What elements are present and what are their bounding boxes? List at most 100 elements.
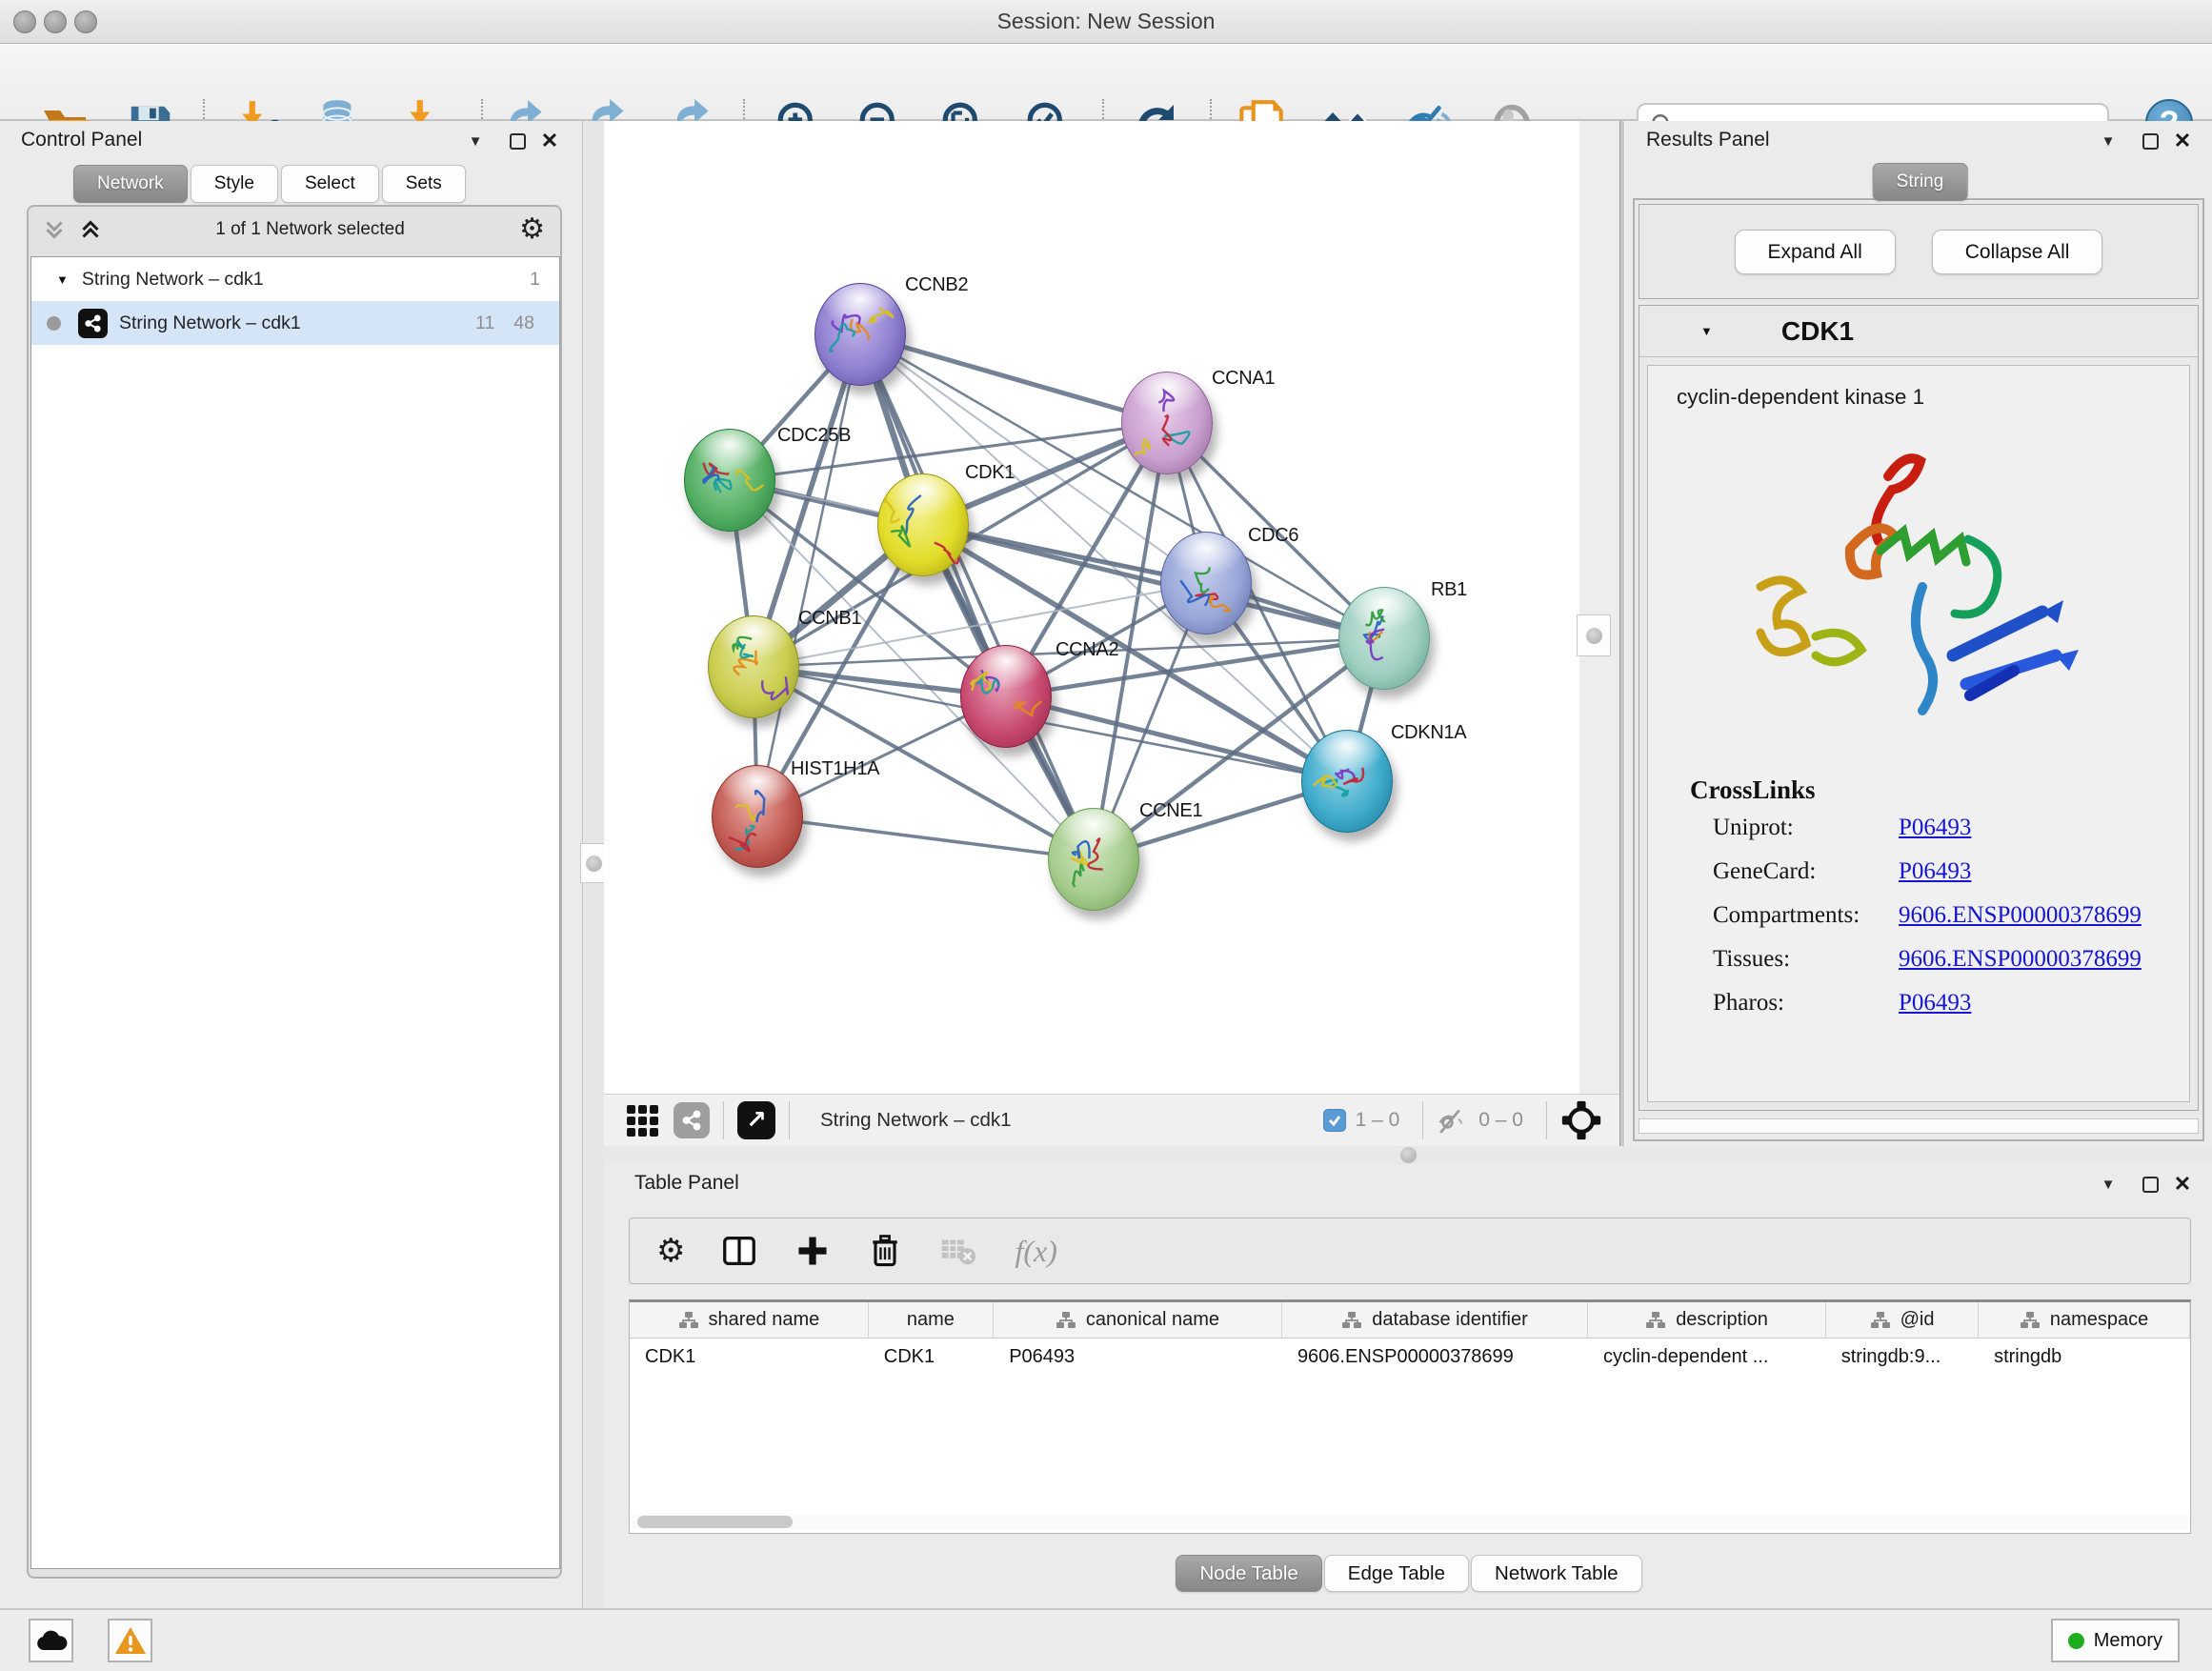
collapse-all-button[interactable]: Collapse All — [1932, 230, 2103, 274]
node-result-header[interactable]: ▼ CDK1 — [1639, 306, 2198, 357]
share-view-icon[interactable] — [674, 1102, 710, 1138]
tab-string[interactable]: String — [1873, 163, 1968, 201]
network-node-CDKN1A[interactable] — [1301, 730, 1393, 833]
results-buttons-row: Expand All Collapse All — [1639, 204, 2199, 299]
network-collection-row[interactable]: ▼ String Network – cdk1 1 — [31, 257, 559, 301]
crosslink-link[interactable]: P06493 — [1899, 858, 1971, 885]
table-panel: Table Panel ▼ ✕ ⚙ f(x) shared namenameca… — [604, 1164, 2212, 1608]
protein-thumbnail-icon — [961, 646, 1053, 749]
column-header--id[interactable]: @id — [1826, 1302, 1979, 1338]
tab-style[interactable]: Style — [191, 165, 278, 203]
network-edge-HIST1H1A-CCNE1[interactable] — [757, 816, 1094, 859]
chevron-down-icon[interactable]: ▼ — [56, 272, 69, 287]
crosslink-link[interactable]: P06493 — [1899, 815, 1971, 841]
gear-icon[interactable]: ⚙ — [519, 215, 545, 244]
selected-checkbox-icon[interactable] — [1323, 1109, 1346, 1132]
column-header-database-identifier[interactable]: database identifier — [1282, 1302, 1588, 1338]
network-node-CCNB2[interactable] — [814, 283, 906, 386]
table-cell[interactable]: cyclin-dependent ... — [1588, 1339, 1826, 1375]
network-canvas[interactable]: CCNB2CCNA1CDC25BCDK1CDC6RB1CCNB1CCNA2CDK… — [604, 121, 1579, 1094]
column-mapping-icon — [1870, 1311, 1891, 1330]
tab-network-table[interactable]: Network Table — [1471, 1555, 1642, 1592]
node-label-CCNB1: CCNB1 — [798, 608, 861, 630]
network-row[interactable]: String Network – cdk1 11 48 — [31, 301, 559, 345]
column-header-name[interactable]: name — [869, 1302, 994, 1338]
network-edge-CCNB2-HIST1H1A[interactable] — [757, 334, 860, 816]
crosslink-label: Pharos: — [1713, 990, 1899, 1017]
network-tree: ▼ String Network – cdk1 1 String Network… — [30, 256, 560, 1569]
tab-network[interactable]: Network — [73, 165, 188, 203]
status-bar: Memory — [0, 1608, 2212, 1671]
tab-sets[interactable]: Sets — [382, 165, 466, 203]
network-edge-CDK1-RB1[interactable] — [923, 525, 1384, 638]
crosslink-label: GeneCard: — [1713, 858, 1899, 885]
network-node-CCNA2[interactable] — [960, 645, 1052, 748]
panel-menu-button[interactable]: ▼ — [2094, 1170, 2122, 1198]
detach-view-icon[interactable]: ↗ — [737, 1101, 775, 1139]
network-node-CDC25B[interactable] — [684, 429, 775, 532]
panel-float-button[interactable] — [2136, 127, 2164, 155]
panel-float-button[interactable] — [503, 127, 532, 155]
function-builder-icon: f(x) — [1015, 1234, 1056, 1269]
tab-edge-table[interactable]: Edge Table — [1324, 1555, 1469, 1592]
left-splitter[interactable] — [584, 121, 604, 1608]
control-panel: Control Panel ▼ ✕ Network Style Select S… — [0, 121, 583, 1608]
crosslink-link[interactable]: 9606.ENSP00000378699 — [1899, 946, 2142, 973]
table-cell[interactable]: P06493 — [994, 1339, 1282, 1375]
column-header-description[interactable]: description — [1588, 1302, 1826, 1338]
panel-menu-button[interactable]: ▼ — [461, 127, 490, 155]
crosslink-link[interactable]: 9606.ENSP00000378699 — [1899, 902, 2142, 929]
memory-button[interactable]: Memory — [2051, 1619, 2180, 1662]
crosslink-label: Tissues: — [1713, 946, 1899, 973]
node-label-RB1: RB1 — [1431, 579, 1467, 601]
panel-menu-button[interactable]: ▼ — [2094, 127, 2122, 155]
horizontal-splitter[interactable] — [604, 1146, 2212, 1164]
panel-close-button[interactable]: ✕ — [2168, 1170, 2197, 1198]
table-cell[interactable]: stringdb — [1979, 1339, 2190, 1375]
table-row[interactable]: CDK1CDK1P064939606.ENSP00000378699cyclin… — [630, 1339, 2190, 1375]
network-node-RB1[interactable] — [1338, 587, 1430, 690]
network-node-HIST1H1A[interactable] — [712, 765, 803, 868]
network-node-CDK1[interactable] — [877, 473, 969, 576]
table-cell[interactable]: 9606.ENSP00000378699 — [1282, 1339, 1588, 1375]
splitter-handle[interactable] — [1577, 614, 1611, 656]
table-settings-gear-icon[interactable]: ⚙ — [656, 1232, 685, 1270]
delete-table-icon — [938, 1231, 978, 1271]
crosslink-link[interactable]: P06493 — [1899, 990, 1971, 1017]
chevron-down-icon[interactable]: ▼ — [1700, 324, 1713, 338]
select-columns-icon[interactable] — [719, 1231, 759, 1271]
warnings-button[interactable] — [108, 1619, 152, 1662]
table-cell[interactable]: CDK1 — [630, 1339, 869, 1375]
collapse-all-icon[interactable] — [44, 220, 65, 239]
column-header-canonical-name[interactable]: canonical name — [994, 1302, 1282, 1338]
network-node-CDC6[interactable] — [1160, 532, 1252, 634]
table-cell[interactable]: stringdb:9... — [1826, 1339, 1979, 1375]
column-header-namespace[interactable]: namespace — [1979, 1302, 2190, 1338]
network-node-CCNE1[interactable] — [1048, 808, 1139, 911]
arrow-up-right-icon: ↗ — [746, 1106, 767, 1135]
results-scrollbar[interactable] — [1639, 1118, 2199, 1134]
expand-all-icon[interactable] — [80, 220, 101, 239]
expand-all-button[interactable]: Expand All — [1735, 230, 1896, 274]
column-header-shared-name[interactable]: shared name — [630, 1302, 869, 1338]
birdseye-crosshair-icon[interactable] — [1560, 1099, 1602, 1141]
cloud-button[interactable] — [29, 1619, 73, 1662]
network-node-CCNB1[interactable] — [708, 615, 799, 718]
tab-node-table[interactable]: Node Table — [1176, 1555, 1321, 1592]
panel-close-button[interactable]: ✕ — [535, 127, 564, 155]
table-cell[interactable]: CDK1 — [869, 1339, 994, 1375]
node-label-CDKN1A: CDKN1A — [1391, 722, 1466, 744]
tab-select[interactable]: Select — [281, 165, 379, 203]
panel-close-button[interactable]: ✕ — [2168, 127, 2197, 155]
network-edge-CCNB2-CCNE1[interactable] — [860, 334, 1094, 859]
panel-float-button[interactable] — [2136, 1170, 2164, 1198]
table-hscrollbar[interactable] — [632, 1515, 2188, 1529]
scrollbar-thumb[interactable] — [637, 1516, 793, 1528]
edge-count: 48 — [513, 312, 534, 334]
grid-view-icon[interactable] — [627, 1105, 658, 1137]
splitter-handle[interactable] — [580, 843, 607, 883]
splitter-handle[interactable] — [1400, 1147, 1417, 1163]
add-column-icon[interactable] — [794, 1232, 832, 1270]
delete-column-trash-icon[interactable] — [866, 1232, 904, 1270]
network-node-CCNA1[interactable] — [1121, 372, 1213, 474]
